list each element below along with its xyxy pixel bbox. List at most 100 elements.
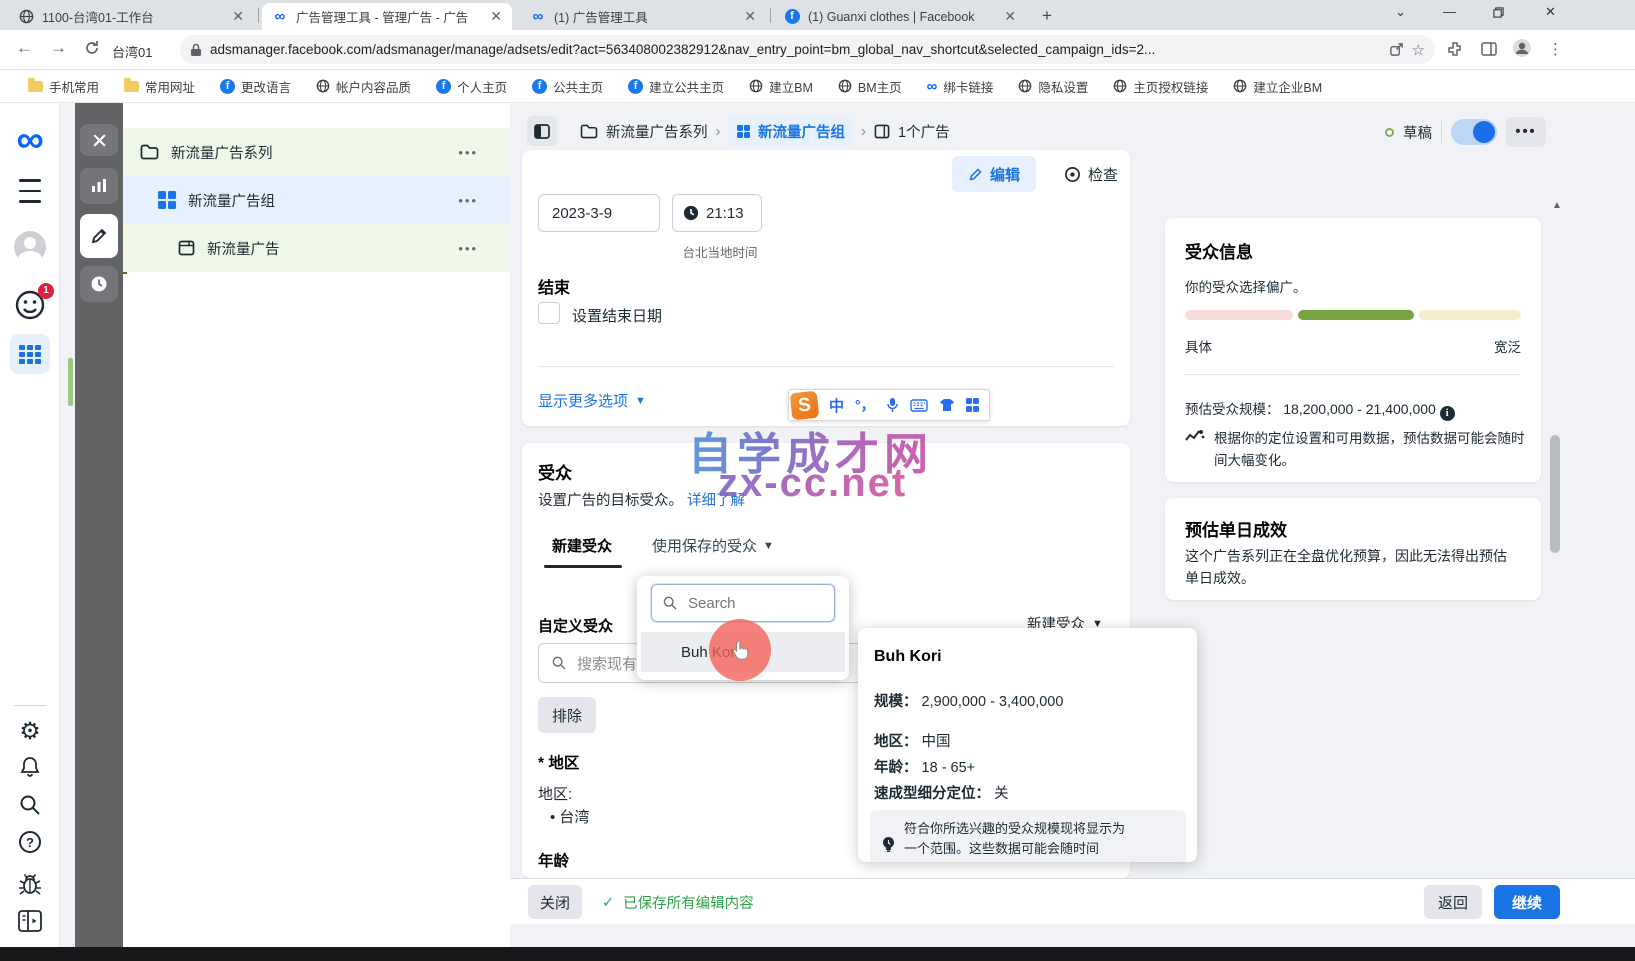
inspect-tab-button[interactable]: 检查 [1054,156,1128,192]
bookmark-item[interactable]: 常用网址 [124,77,195,96]
breadcrumb-ad[interactable]: 1个广告 [898,121,950,142]
bookmark-star-icon[interactable]: ☆ [1412,41,1425,59]
browser-menu-dots-icon[interactable]: ⋮ [1548,40,1563,58]
back-button[interactable]: 返回 [1424,885,1482,919]
tree-item-adset-selected[interactable]: 新流量广告组 ••• [123,176,510,224]
toggle-sidebar-button[interactable] [527,116,557,146]
window-restore-icon[interactable] [1493,6,1504,21]
divider [1441,121,1442,143]
bookmark-item[interactable]: BM主页 [838,77,902,96]
tree-item-ad[interactable]: 新流量广告 ••• [123,224,510,272]
bookmark-item[interactable]: f公共主页 [532,77,603,96]
side-panel-icon[interactable] [1481,41,1497,62]
extensions-puzzle-icon[interactable] [1447,41,1463,62]
bookmark-item[interactable]: 建立BM [749,77,813,96]
row-menu-dots-icon[interactable]: ••• [458,145,478,160]
window-menu-icon[interactable]: ⌄ [1395,4,1406,20]
tab-title: 1100-台湾01-工作台 [42,7,224,26]
url-input[interactable]: adsmanager.facebook.com/adsmanager/manag… [180,35,1435,64]
tree-item-campaign[interactable]: 新流量广告系列 ••• [123,128,510,176]
bookmark-item[interactable]: f更改语言 [220,77,291,96]
bug-report-icon[interactable] [0,871,60,897]
start-time-input[interactable]: 21:13 [672,194,762,232]
breadcrumb-adset-selected[interactable]: 新流量广告组 [729,117,854,146]
end-date-checkbox[interactable] [538,302,560,324]
share-icon[interactable] [1389,42,1404,57]
lock-icon [190,43,202,57]
history-clock-button[interactable] [80,266,118,302]
notifications-bell-icon[interactable] [0,755,60,779]
tab-new-audience-active[interactable]: 新建受众 [552,535,612,556]
bookmark-item[interactable]: 隐私设置 [1018,77,1088,96]
browser-tab-3[interactable]: ∞ (1) 广告管理工具 ✕ [520,3,766,30]
popup-row-region: 地区： 中国 [874,730,951,751]
notifications-smiley-icon[interactable]: 1 [0,289,60,326]
bookmark-item[interactable]: 帐户内容品质 [316,77,411,96]
show-more-options-link[interactable]: 显示更多选项 ▼ [538,390,646,411]
scrollbar-up-icon[interactable]: ▲ [1552,200,1562,211]
folder-icon [124,81,139,92]
breadcrumb-campaign[interactable]: 新流量广告系列 [606,121,708,142]
tab-saved-audience[interactable]: 使用保存的受众▼ [652,535,774,556]
new-tab-button[interactable]: + [1042,6,1052,26]
more-options-dots-button[interactable]: ••• [1506,117,1546,147]
browser-avatar[interactable] [1512,38,1532,63]
ime-menu-grid-icon[interactable] [966,398,980,412]
audience-info-card: 受众信息 你的受众选择偏广。 具体 宽泛 预估受众规模： 18,200,000 … [1165,218,1541,482]
settings-gear-icon[interactable]: ⚙ [0,717,60,746]
dropdown-search-field[interactable] [651,584,835,622]
continue-button[interactable]: 继续 [1494,885,1560,919]
meta-logo-icon[interactable]: ∞ [0,121,60,159]
skin-shirt-icon[interactable] [939,398,955,412]
collapse-panel-icon[interactable] [0,909,60,933]
browser-tab-1[interactable]: 1100-台湾01-工作台 ✕ [8,3,254,30]
help-icon[interactable]: ? [0,831,60,853]
scrollbar-thumb[interactable] [1550,435,1560,553]
bookmark-item[interactable]: 建立企业BM [1233,77,1322,96]
dropdown-search-input[interactable] [686,594,816,613]
punctuation-icon[interactable]: °， [855,395,875,415]
window-minimize-icon[interactable]: — [1443,4,1456,19]
window-close-icon[interactable]: ✕ [1545,4,1556,20]
edit-toolbar [75,103,123,947]
bookmark-item[interactable]: 主页授权链接 [1113,77,1208,96]
tab-close-icon[interactable]: ✕ [232,8,244,25]
bookmark-item[interactable]: 手机常用 [28,77,99,96]
search-icon[interactable] [0,793,60,817]
bookmark-item[interactable]: f个人主页 [436,77,507,96]
tab-close-icon[interactable]: ✕ [490,8,502,25]
forward-icon[interactable]: → [50,38,67,58]
audience-detail-popup: Buh Kori 规模： 2,900,000 - 3,400,000 地区： 中… [858,628,1197,862]
watermark-site-url: zx-cc.net [718,461,907,506]
tab-close-icon[interactable]: ✕ [744,8,756,25]
browser-tab-2-active[interactable]: ∞ 广告管理工具 - 管理广告 - 广告 ✕ [262,3,512,30]
folder-icon [580,124,598,139]
performance-chart-button[interactable] [80,168,118,204]
row-menu-dots-icon[interactable]: ••• [458,241,478,256]
adset-active-toggle[interactable] [1451,119,1497,145]
menu-hamburger-icon[interactable] [0,175,60,207]
rail-divider [14,705,46,706]
reload-icon[interactable] [84,40,100,61]
bookmark-item[interactable]: f建立公共主页 [628,77,724,96]
tab-close-icon[interactable]: ✕ [1004,8,1016,25]
ime-chinese-mode[interactable]: 中 [829,395,844,416]
microphone-icon[interactable] [886,397,899,413]
keyboard-icon[interactable] [910,399,928,412]
row-menu-dots-icon[interactable]: ••• [458,193,478,208]
edit-tab-button[interactable]: 编辑 [952,156,1036,192]
rail-item-ads-manager-active[interactable] [0,334,60,374]
lightbulb-icon [880,819,896,862]
edit-pencil-button-active[interactable] [80,214,118,258]
back-icon[interactable]: ← [16,38,33,58]
browser-profile-label[interactable]: 台湾01 [112,42,152,61]
bookmark-item[interactable]: ∞绑卡链接 [927,77,994,96]
start-date-input[interactable]: 2023-3-9 [538,194,660,232]
exclude-button[interactable]: 排除 [538,697,596,733]
close-editor-button[interactable] [80,124,118,156]
info-icon[interactable]: i [1440,406,1455,421]
close-button[interactable]: 关闭 [528,885,582,919]
account-avatar[interactable] [0,231,60,263]
sogou-logo-icon[interactable]: S [790,390,820,420]
browser-tab-4[interactable]: f (1) Guanxi clothes | Facebook ✕ [774,3,1026,30]
